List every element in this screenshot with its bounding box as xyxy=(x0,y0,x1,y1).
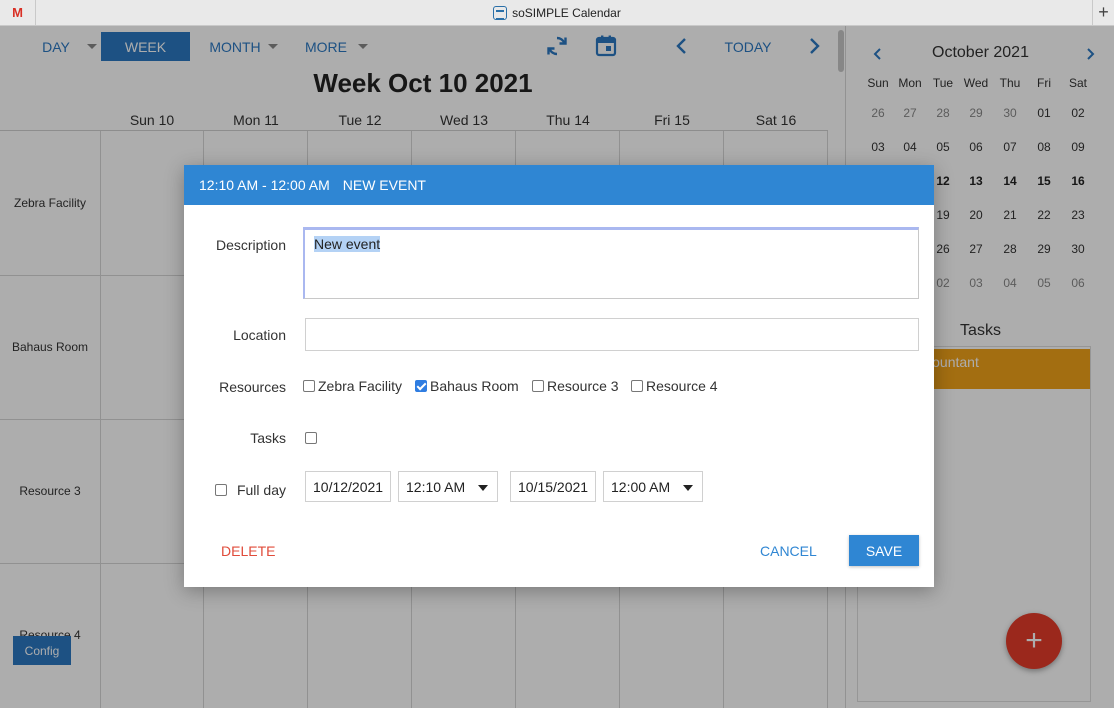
window-title-text: soSIMPLE Calendar xyxy=(512,5,621,20)
resource-checkbox[interactable] xyxy=(303,380,315,392)
new-tab-button[interactable]: + xyxy=(1092,0,1114,25)
resources-label: Resources xyxy=(219,379,286,395)
app-logo-icon xyxy=(493,5,508,20)
dialog-time-range: 12:10 AM - 12:00 AM xyxy=(199,177,330,193)
save-button[interactable]: SAVE xyxy=(849,535,919,566)
tasks-checkbox[interactable] xyxy=(305,432,317,444)
resource-checkbox[interactable] xyxy=(415,380,427,392)
resource-option-label: Resource 4 xyxy=(646,378,718,394)
resource-option-label: Resource 3 xyxy=(547,378,619,394)
resource-option-resource-4[interactable]: Resource 4 xyxy=(631,378,718,394)
description-text: New event xyxy=(314,236,381,252)
full-day-label: Full day xyxy=(236,482,286,498)
tasks-label: Tasks xyxy=(250,430,286,446)
location-label: Location xyxy=(233,327,286,343)
resource-checkbox[interactable] xyxy=(532,380,544,392)
window-title: soSIMPLE Calendar xyxy=(0,0,1114,25)
resource-option-label: Zebra Facility xyxy=(318,378,403,394)
resource-option-label: Bahaus Room xyxy=(430,378,519,394)
cancel-button[interactable]: CANCEL xyxy=(760,543,817,559)
description-label: Description xyxy=(215,237,286,253)
resource-checkbox[interactable] xyxy=(631,380,643,392)
start-time-value: 12:10 AM xyxy=(406,478,466,495)
dialog-header: 12:10 AM - 12:00 AM NEW EVENT xyxy=(184,165,934,205)
start-time-select[interactable]: 12:10 AM xyxy=(398,471,498,502)
resource-option-bahaus-room[interactable]: Bahaus Room xyxy=(415,378,519,394)
end-date-input[interactable]: 10/15/2021 xyxy=(510,471,596,502)
dialog-title: NEW EVENT xyxy=(342,177,426,193)
description-input[interactable]: New event xyxy=(303,227,919,299)
event-dialog: 12:10 AM - 12:00 AM NEW EVENT Descriptio… xyxy=(184,165,934,587)
delete-button[interactable]: DELETE xyxy=(221,543,275,559)
resource-option-resource-3[interactable]: Resource 3 xyxy=(532,378,619,394)
caret-down-icon xyxy=(478,485,488,491)
end-time-value: 12:00 AM xyxy=(611,478,671,495)
start-date-input[interactable]: 10/12/2021 xyxy=(305,471,391,502)
end-time-select[interactable]: 12:00 AM xyxy=(603,471,703,502)
location-input[interactable] xyxy=(305,318,919,351)
window-title-bar: M soSIMPLE Calendar + xyxy=(0,0,1114,26)
resource-option-zebra-facility[interactable]: Zebra Facility xyxy=(303,378,402,394)
caret-down-icon xyxy=(683,485,693,491)
